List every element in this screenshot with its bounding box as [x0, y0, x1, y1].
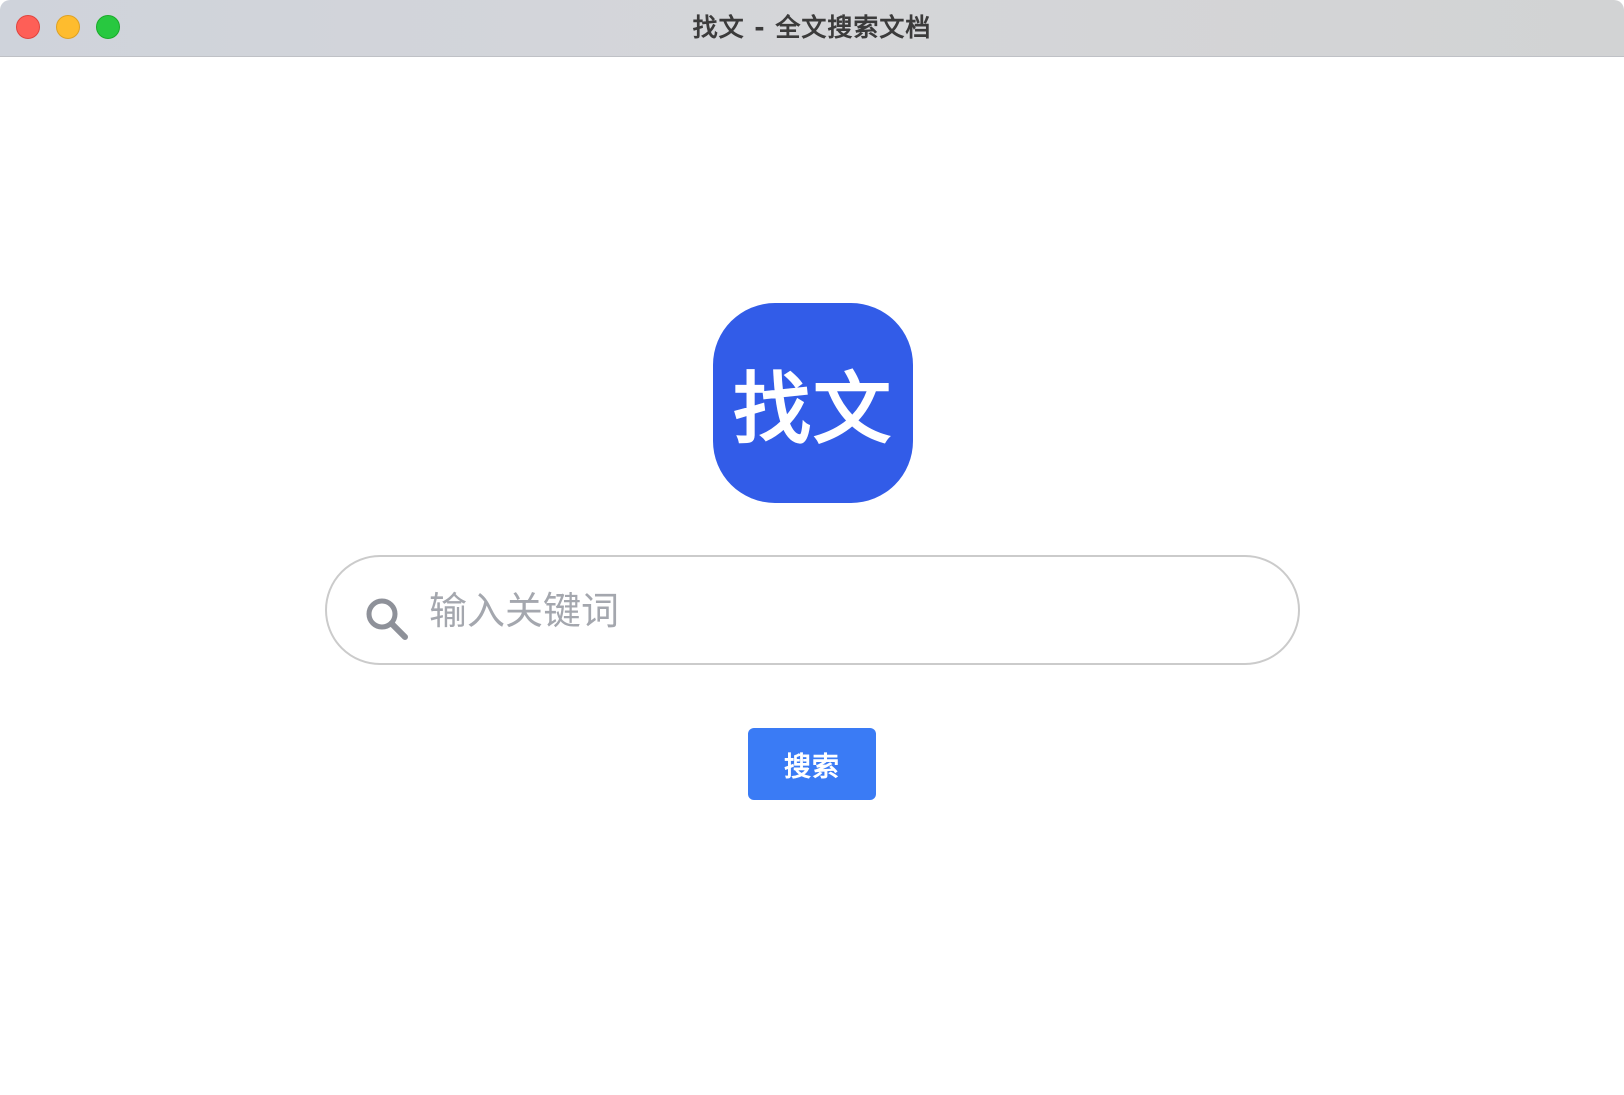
search-button[interactable]: 搜索 [748, 728, 876, 800]
window-title: 找文 - 全文搜索文档 [692, 13, 932, 42]
app-window: 找文 - 全文搜索文档 找文 搜索 [0, 0, 1624, 1095]
app-logo: 找文 [713, 303, 913, 503]
app-logo-text: 找文 [732, 365, 893, 455]
search-input[interactable] [427, 577, 1251, 645]
title-bar: 找文 - 全文搜索文档 [0, 0, 1624, 57]
search-box[interactable] [325, 555, 1300, 665]
search-icon [364, 596, 410, 642]
